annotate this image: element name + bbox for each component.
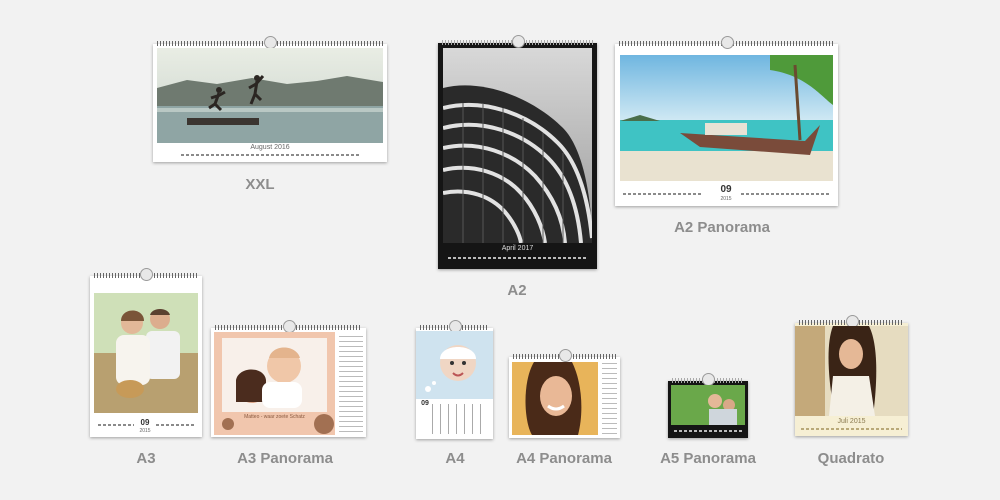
label-a3-panorama: A3 Panorama	[237, 450, 333, 467]
calendar-quadrato[interactable]: Juli 2015	[795, 315, 908, 436]
label-quadrato: Quadrato	[817, 450, 885, 467]
calendar-a2[interactable]: April 2017	[438, 35, 597, 269]
calendar-a5-panorama[interactable]	[668, 373, 748, 438]
label-xxl: XXL	[245, 176, 275, 193]
photo-beach-boat	[620, 55, 833, 181]
day-grid	[432, 404, 488, 434]
calendar-xxl[interactable]: August 2016	[153, 36, 387, 162]
day-number: 09	[421, 400, 429, 407]
hanger-ring	[720, 36, 734, 49]
label-a3: A3	[136, 450, 156, 467]
photo-lake-jump	[157, 48, 383, 143]
day-grid	[741, 193, 831, 195]
day-list	[339, 336, 363, 432]
label-a4-panorama: A4 Panorama	[516, 450, 612, 467]
day-grid	[801, 428, 902, 430]
calendar-a4-panorama[interactable]	[509, 349, 620, 438]
calendar-a2-panorama[interactable]: 09 2015	[615, 36, 838, 206]
hanger-ring	[140, 268, 153, 281]
calendar-a3[interactable]: 09 2015	[90, 268, 202, 437]
photo-couple	[94, 293, 198, 413]
calendar-a4[interactable]: 09	[416, 320, 493, 439]
month-title: April 2017	[501, 245, 534, 252]
photo-baby	[416, 331, 493, 399]
year-text: 2015	[720, 196, 732, 202]
label-a4: A4	[445, 450, 465, 467]
hanger-ring	[511, 35, 525, 48]
day-grid	[674, 430, 742, 432]
day-number: 09	[140, 418, 150, 427]
day-grid	[448, 257, 587, 259]
day-grid	[98, 424, 134, 426]
day-grid	[623, 193, 703, 195]
calendar-a3-panorama[interactable]: Matteo - waar zoete Schatz	[211, 320, 366, 437]
label-a2-panorama: A2 Panorama	[674, 219, 770, 236]
day-list	[602, 363, 617, 435]
hanger-ring	[558, 349, 572, 362]
photo-architecture	[443, 48, 592, 243]
photo-family-park	[671, 385, 745, 425]
day-grid	[156, 424, 194, 426]
year-text: 2015	[139, 428, 151, 434]
month-title: August 2016	[250, 144, 290, 151]
day-number: 09	[720, 184, 732, 195]
photo-woman-bride	[795, 326, 908, 416]
photo-woman-smiling	[512, 362, 598, 435]
label-a5-panorama: A5 Panorama	[660, 450, 756, 467]
label-a2: A2	[507, 282, 527, 299]
month-title: Juli 2015	[837, 418, 866, 425]
day-grid	[181, 154, 359, 156]
banner-text: Matteo - waar zoete Schatz	[244, 414, 305, 420]
